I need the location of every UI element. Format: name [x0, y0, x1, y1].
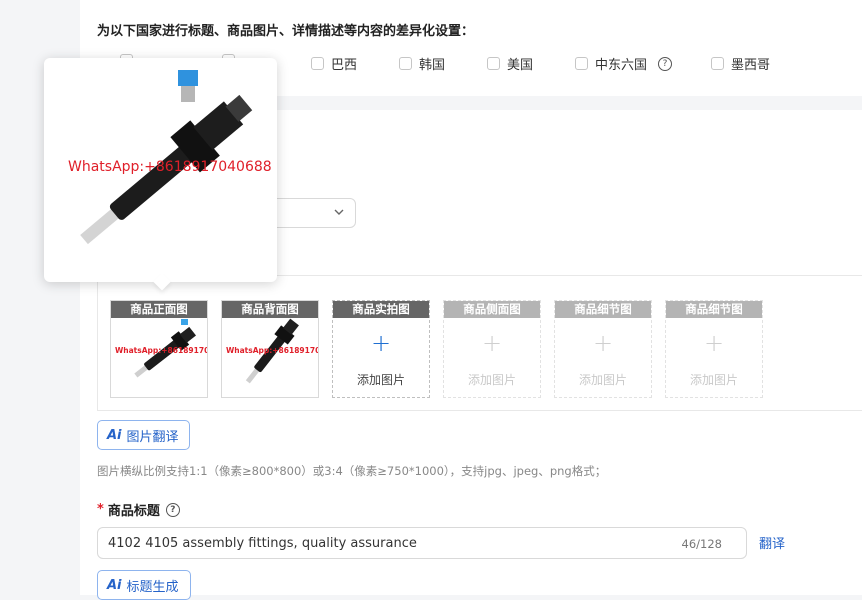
product-title-input[interactable]: 4102 4105 assembly fittings, quality ass… — [97, 527, 747, 559]
checkbox[interactable] — [575, 57, 588, 70]
country-checkbox-middle-east[interactable]: 中东六国? — [575, 54, 673, 73]
watermark-text: WhatsApp:+8618917040688 — [226, 346, 318, 355]
country-checkbox-mexico[interactable]: 墨西哥 — [711, 54, 770, 73]
button-label: 图片翻译 — [126, 429, 179, 445]
image-slot-detail-1: 商品细节图 + 添加图片 — [554, 300, 652, 398]
country-label: 墨西哥 — [731, 58, 771, 73]
slot-label: 商品细节图 — [555, 301, 651, 318]
checkbox[interactable] — [399, 57, 412, 70]
question-circle-icon[interactable]: ? — [658, 56, 673, 71]
required-mark: * — [97, 502, 104, 517]
slot-label: 商品实拍图 — [333, 301, 429, 318]
country-settings-heading: 为以下国家进行标题、商品图片、详情描述等内容的差异化设置： — [97, 24, 475, 39]
country-label: 韩国 — [419, 58, 446, 73]
button-label: 标题生成 — [126, 579, 179, 595]
slot-label: 商品正面图 — [111, 301, 207, 318]
image-translate-button[interactable]: Ai 图片翻译 — [97, 420, 190, 450]
country-label: 美国 — [507, 58, 534, 73]
add-image-text: 添加图片 — [689, 373, 738, 387]
plus-icon: + — [370, 329, 392, 357]
image-slot-front[interactable]: 商品正面图 WhatsApp:+8618917040688 — [110, 300, 208, 398]
image-slot-back[interactable]: 商品背面图 WhatsApp:+8618917040688 — [221, 300, 319, 398]
image-slot-real[interactable]: 商品实拍图 + 添加图片 — [332, 300, 430, 398]
ai-icon: Ai — [107, 427, 122, 443]
ai-icon: Ai — [107, 577, 122, 593]
checkbox[interactable] — [311, 57, 324, 70]
image-slot-side: 商品侧面图 + 添加图片 — [443, 300, 541, 398]
image-preview-popover: WhatsApp:+8618917040688 — [44, 58, 277, 282]
plus-icon: + — [592, 329, 614, 357]
add-image-text: 添加图片 — [578, 373, 627, 387]
slot-label: 商品背面图 — [222, 301, 318, 318]
plus-icon: + — [481, 329, 503, 357]
country-label: 巴西 — [331, 58, 358, 73]
plus-icon: + — [703, 329, 725, 357]
input-value: 4102 4105 assembly fittings, quality ass… — [108, 536, 417, 551]
add-image-text: 添加图片 — [467, 373, 516, 387]
chevron-down-icon — [334, 209, 344, 215]
watermark-text: WhatsApp:+8618917040688 — [68, 159, 272, 175]
country-checkbox-korea[interactable]: 韩国 — [399, 54, 445, 73]
checkbox[interactable] — [711, 57, 724, 70]
checkbox[interactable] — [487, 57, 500, 70]
add-image-text: 添加图片 — [356, 373, 405, 387]
title-generate-button[interactable]: Ai 标题生成 — [97, 570, 191, 600]
product-title-label: * 商品标题 ? — [97, 500, 180, 519]
question-circle-icon[interactable]: ? — [165, 502, 180, 517]
image-format-hint: 图片横纵比例支持1:1（像素≥800*800）或3:4（像素≥750*1000）… — [97, 464, 607, 478]
label-text: 商品标题 — [107, 504, 160, 519]
country-label: 中东六国 — [595, 58, 648, 73]
country-checkbox-brazil[interactable]: 巴西 — [311, 54, 357, 73]
char-counter: 46/128 — [681, 537, 722, 551]
slot-label: 商品侧面图 — [444, 301, 540, 318]
image-slot-detail-2: 商品细节图 + 添加图片 — [665, 300, 763, 398]
translate-link[interactable]: 翻译 — [759, 533, 785, 552]
watermark-text: WhatsApp:+8618917040688 — [115, 346, 207, 355]
country-checkbox-usa[interactable]: 美国 — [487, 54, 533, 73]
slot-label: 商品细节图 — [666, 301, 762, 318]
